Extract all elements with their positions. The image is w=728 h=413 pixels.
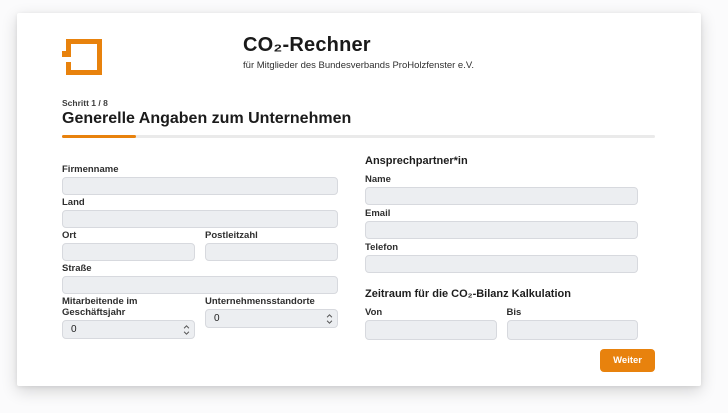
postleitzahl-input[interactable] [205,243,338,261]
period-section-heading: Zeitraum für die CO₂-Bilanz Kalkulation [365,288,571,300]
strasse-label: Straße [62,263,92,274]
name-field-group: Name [365,174,638,205]
period-row: Von Bis [365,307,638,343]
chevron-down-icon[interactable] [183,330,190,335]
name-input[interactable] [365,187,638,205]
standorte-input[interactable] [205,309,338,328]
co2-rechner-card: CO₂-Rechner für Mitglieder des Bundesver… [17,13,701,386]
land-field-group: Land [62,197,338,228]
bis-input[interactable] [506,320,638,340]
von-label: Von [365,307,383,318]
email-field-group: Email [365,208,638,239]
chevron-up-icon[interactable] [183,324,190,329]
company-column: Firmenname Land Ort Postleitzahl Straße [62,155,338,343]
progress-fill [62,135,137,138]
bis-field-group: Bis [506,307,638,340]
chevron-down-icon[interactable] [326,319,333,324]
standorte-field-group: Unternehmensstandorte [205,296,338,339]
counts-row: Mitarbeitende im Geschäftsjahr Unternehm… [62,296,338,341]
page-title: Generelle Angaben zum Unternehmen [62,110,352,127]
ort-plz-row: Ort Postleitzahl [62,230,338,263]
strasse-field-group: Straße [62,263,338,294]
ort-field-group: Ort [62,230,195,261]
app-title: CO₂-Rechner [243,34,371,56]
firmenname-field-group: Firmenname [62,164,338,195]
firmenname-label: Firmenname [62,164,119,175]
mitarbeitende-label: Mitarbeitende im Geschäftsjahr [62,296,138,318]
contact-section-heading: Ansprechpartner*in [365,155,468,167]
email-input[interactable] [365,221,638,239]
ort-label: Ort [62,230,77,241]
land-label: Land [62,197,85,208]
land-input[interactable] [62,210,338,228]
step-indicator: Schritt 1 / 8 [62,98,108,108]
postleitzahl-label: Postleitzahl [205,230,258,241]
progress-bar [62,135,655,138]
von-input[interactable] [365,320,497,340]
standorte-label: Unternehmensstandorte [205,296,315,307]
standorte-stepper[interactable] [326,309,333,328]
firmenname-input[interactable] [62,177,338,195]
contact-column: Ansprechpartner*in Name Email Telefon Ze… [365,155,638,343]
postleitzahl-field-group: Postleitzahl [205,230,338,261]
mitarbeitende-stepper[interactable] [183,320,190,339]
header: CO₂-Rechner für Mitglieder des Bundesver… [62,26,655,88]
chevron-up-icon[interactable] [326,313,333,318]
weiter-button[interactable]: Weiter [600,349,655,372]
window-frame-logo-icon [62,39,102,75]
mitarbeitende-field-group: Mitarbeitende im Geschäftsjahr [62,296,195,339]
telefon-input[interactable] [365,255,638,273]
company-form: Firmenname Land Ort Postleitzahl Straße [62,155,655,343]
strasse-input[interactable] [62,276,338,294]
name-label: Name [365,174,391,185]
telefon-label: Telefon [365,242,399,253]
ort-input[interactable] [62,243,195,261]
mitarbeitende-input[interactable] [62,320,195,339]
von-field-group: Von [365,307,497,340]
app-subtitle: für Mitglieder des Bundesverbands ProHol… [243,60,474,71]
bis-label: Bis [506,307,522,318]
email-label: Email [365,208,391,219]
telefon-field-group: Telefon [365,242,638,273]
